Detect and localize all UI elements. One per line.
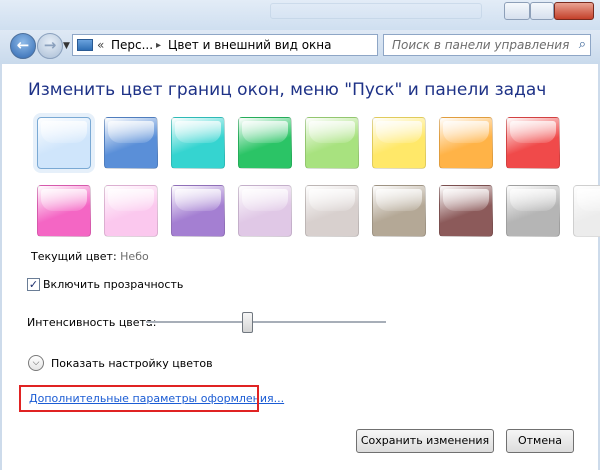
current-color-label: Текущий цвет: — [31, 250, 117, 263]
show-color-mixer-label[interactable]: Показать настройку цветов — [51, 357, 213, 370]
color-swatch[interactable] — [104, 185, 158, 237]
page-title: Изменить цвет границ окон, меню "Пуск" и… — [28, 80, 547, 100]
breadcrumb-overflow-icon[interactable]: « — [97, 38, 104, 52]
color-swatch[interactable] — [506, 185, 560, 237]
address-bar[interactable]: « Перс... ▸ Цвет и внешний вид окна ▾ ↻ — [72, 34, 443, 56]
current-color-value: Небо — [120, 250, 149, 263]
cancel-button[interactable]: Отмена — [506, 429, 574, 453]
forward-arrow-icon: → — [43, 36, 57, 54]
color-swatch[interactable] — [238, 117, 292, 169]
control-panel-icon — [77, 39, 93, 51]
breadcrumb-personalization[interactable]: Перс... — [111, 38, 153, 52]
transparency-label[interactable]: Включить прозрачность — [43, 278, 183, 291]
color-swatch[interactable] — [439, 185, 493, 237]
search-icon[interactable]: ⌕ — [579, 37, 586, 52]
color-swatch[interactable] — [372, 185, 426, 237]
title-bar-reflection — [270, 3, 482, 19]
recent-pages-chevron-icon[interactable]: ▼ — [63, 41, 70, 51]
color-swatch[interactable] — [305, 117, 359, 169]
intensity-slider-track[interactable] — [146, 321, 386, 324]
color-swatch[interactable] — [37, 117, 91, 169]
close-button[interactable] — [554, 2, 594, 20]
color-swatch[interactable] — [506, 117, 560, 169]
title-bar — [0, 0, 600, 30]
color-swatch[interactable] — [573, 185, 600, 237]
color-swatch[interactable] — [37, 185, 91, 237]
color-swatch[interactable] — [238, 185, 292, 237]
color-swatch[interactable] — [171, 185, 225, 237]
window-frame-left — [0, 64, 2, 470]
color-swatch[interactable] — [104, 117, 158, 169]
forward-button[interactable]: → — [37, 33, 63, 59]
back-arrow-icon: ← — [16, 36, 30, 54]
intensity-slider-thumb[interactable] — [242, 312, 253, 333]
current-color-line: Текущий цвет: Небо — [31, 250, 149, 263]
intensity-label: Интенсивность цвета: — [27, 316, 157, 329]
color-swatch[interactable] — [171, 117, 225, 169]
color-swatch[interactable] — [372, 117, 426, 169]
minimize-button[interactable] — [504, 2, 530, 20]
save-changes-button[interactable]: Сохранить изменения — [356, 429, 494, 453]
highlight-box — [19, 385, 259, 412]
breadcrumb-window-color[interactable]: Цвет и внешний вид окна — [168, 38, 332, 52]
transparency-checkbox[interactable]: ✓ — [27, 278, 40, 291]
expand-icon[interactable]: ⌵ — [28, 355, 44, 371]
back-button[interactable]: ← — [10, 33, 36, 59]
maximize-button[interactable] — [530, 2, 554, 20]
search-input[interactable]: Поиск в панели управления — [392, 38, 569, 52]
breadcrumb-separator-icon[interactable]: ▸ — [156, 40, 161, 51]
color-swatch[interactable] — [439, 117, 493, 169]
color-swatch[interactable] — [305, 185, 359, 237]
search-box[interactable]: Поиск в панели управления ⌕ — [383, 34, 591, 56]
